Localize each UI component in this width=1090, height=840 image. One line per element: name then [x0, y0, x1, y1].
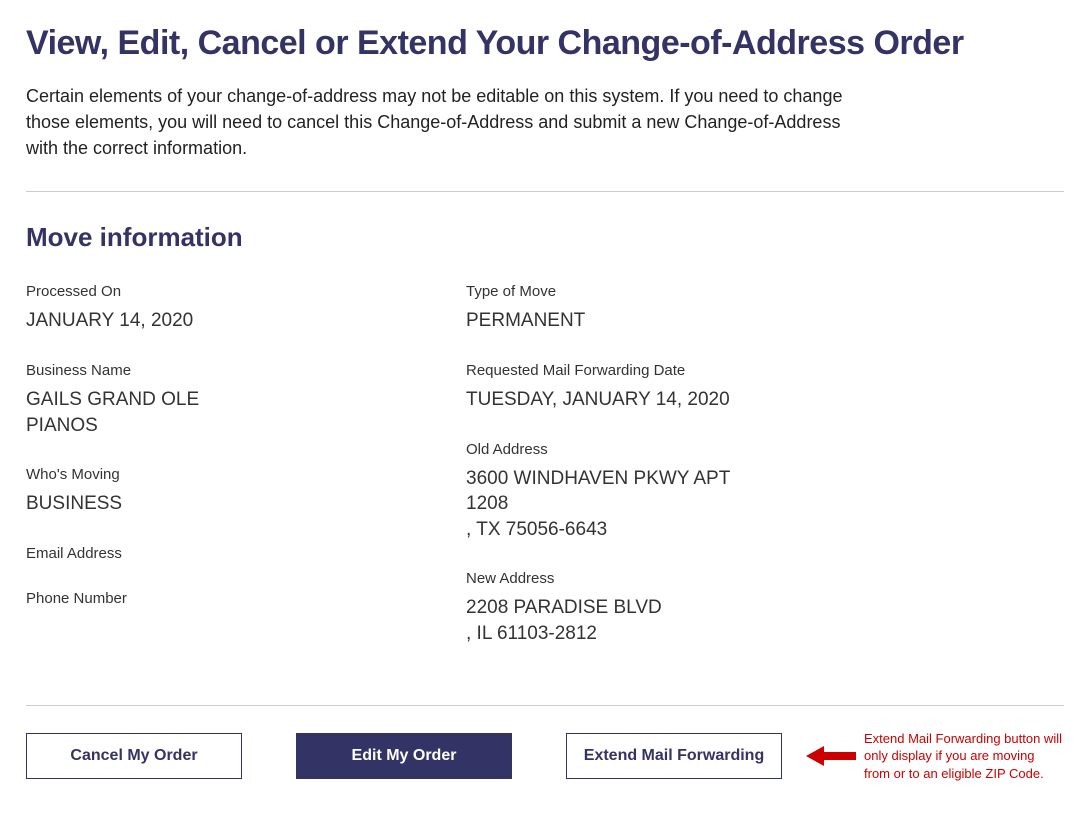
- phone-label: Phone Number: [26, 590, 426, 607]
- email-label: Email Address: [26, 545, 426, 562]
- edit-my-order-button[interactable]: Edit My Order: [296, 733, 512, 779]
- business-name-value: GAILS GRAND OLE PIANOS: [26, 387, 246, 438]
- field-requested-date: Requested Mail Forwarding Date TUESDAY, …: [466, 362, 866, 413]
- page-title: View, Edit, Cancel or Extend Your Change…: [26, 24, 1064, 63]
- new-address-value: 2208 PARADISE BLVD , IL 61103-2812: [466, 595, 866, 646]
- annotation-group: Extend Mail Forwarding button will only …: [806, 730, 1064, 783]
- field-whos-moving: Who's Moving BUSINESS: [26, 466, 426, 517]
- divider-top: [26, 191, 1064, 192]
- old-address-value: 3600 WINDHAVEN PKWY APT 1208 , TX 75056-…: [466, 466, 746, 543]
- business-name-label: Business Name: [26, 362, 426, 379]
- whos-moving-label: Who's Moving: [26, 466, 426, 483]
- processed-on-value: JANUARY 14, 2020: [26, 308, 426, 334]
- type-of-move-value: PERMANENT: [466, 308, 866, 334]
- right-column: Type of Move PERMANENT Requested Mail Fo…: [466, 283, 866, 674]
- field-type-of-move: Type of Move PERMANENT: [466, 283, 866, 334]
- field-old-address: Old Address 3600 WINDHAVEN PKWY APT 1208…: [466, 441, 866, 543]
- field-email: Email Address: [26, 545, 426, 562]
- whos-moving-value: BUSINESS: [26, 491, 426, 517]
- arrow-left-icon: [806, 744, 856, 768]
- button-row: Cancel My Order Edit My Order Extend Mai…: [26, 730, 1064, 783]
- field-processed-on: Processed On JANUARY 14, 2020: [26, 283, 426, 334]
- new-address-label: New Address: [466, 570, 866, 587]
- requested-date-value: TUESDAY, JANUARY 14, 2020: [466, 387, 866, 413]
- old-address-label: Old Address: [466, 441, 866, 458]
- field-business-name: Business Name GAILS GRAND OLE PIANOS: [26, 362, 426, 438]
- move-info-grid: Processed On JANUARY 14, 2020 Business N…: [26, 283, 1064, 674]
- left-column: Processed On JANUARY 14, 2020 Business N…: [26, 283, 426, 674]
- cancel-my-order-button[interactable]: Cancel My Order: [26, 733, 242, 779]
- requested-date-label: Requested Mail Forwarding Date: [466, 362, 866, 379]
- field-new-address: New Address 2208 PARADISE BLVD , IL 6110…: [466, 570, 866, 646]
- section-move-info-title: Move information: [26, 222, 1064, 253]
- divider-bottom: [26, 705, 1064, 706]
- type-of-move-label: Type of Move: [466, 283, 866, 300]
- annotation-text: Extend Mail Forwarding button will only …: [864, 730, 1064, 783]
- processed-on-label: Processed On: [26, 283, 426, 300]
- extend-mail-forwarding-button[interactable]: Extend Mail Forwarding: [566, 733, 782, 779]
- intro-text: Certain elements of your change-of-addre…: [26, 83, 876, 161]
- field-phone: Phone Number: [26, 590, 426, 607]
